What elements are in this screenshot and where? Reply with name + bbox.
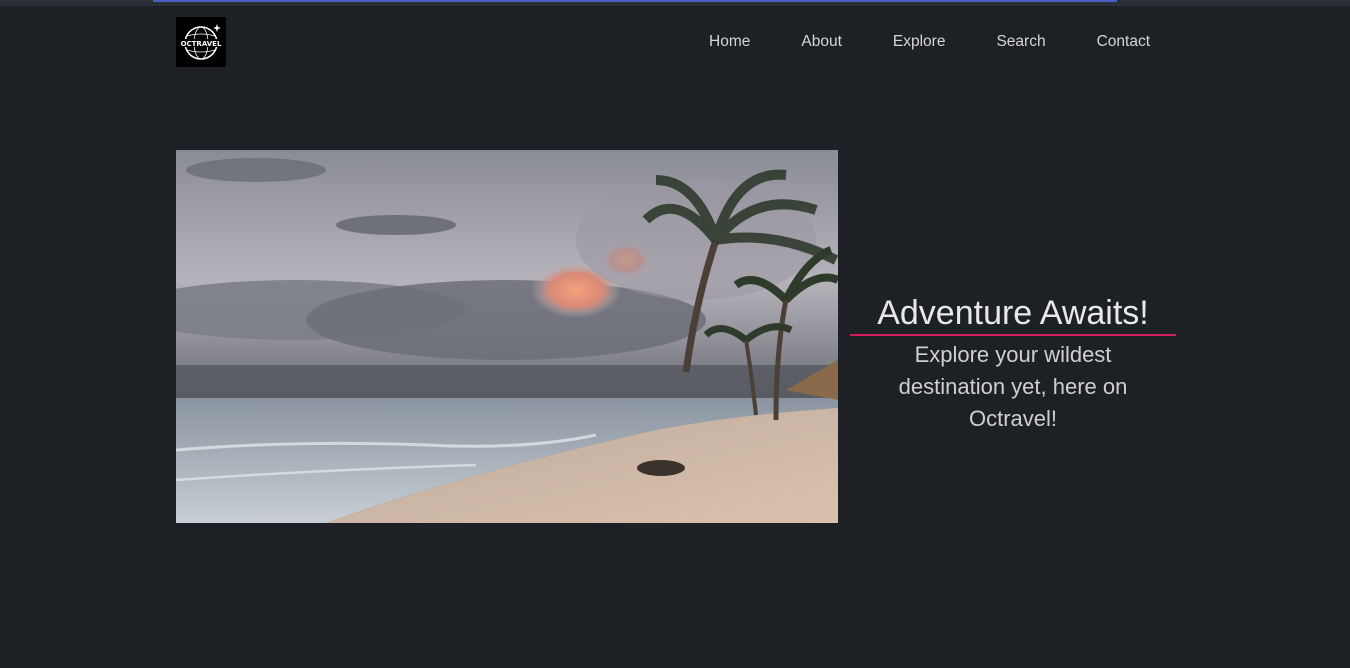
hero-text-block: Adventure Awaits! Explore your wildest d…	[850, 293, 1176, 435]
main-nav: Home About Explore Search Contact	[658, 30, 1150, 54]
nav-about[interactable]: About	[801, 30, 842, 54]
loading-bar	[153, 0, 1117, 2]
globe-logo-icon: OCTRAVEL	[181, 24, 222, 60]
nav-home[interactable]: Home	[709, 30, 750, 54]
nav-explore[interactable]: Explore	[893, 30, 946, 54]
browser-top-strip	[0, 0, 1350, 6]
nav-search[interactable]: Search	[996, 30, 1045, 54]
site-logo[interactable]: OCTRAVEL	[176, 17, 226, 67]
logo-text: OCTRAVEL	[181, 40, 222, 48]
hero-title: Adventure Awaits!	[850, 293, 1176, 336]
hero-image	[176, 150, 838, 523]
nav-contact[interactable]: Contact	[1097, 30, 1150, 54]
beach-palm-image	[176, 150, 838, 523]
hero-subtitle: Explore your wildest destination yet, he…	[898, 342, 1128, 431]
